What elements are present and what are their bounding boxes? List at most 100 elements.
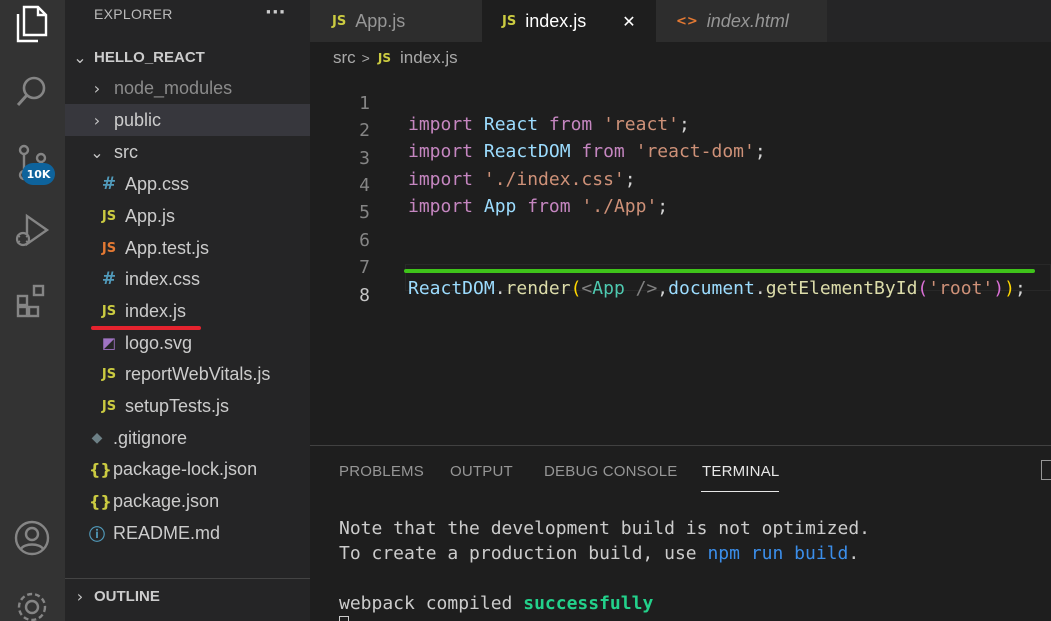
bottom-panel: PROBLEMS OUTPUT DEBUG CONSOLE TERMINAL N… bbox=[310, 445, 1051, 621]
breadcrumb-separator-icon: > bbox=[361, 50, 370, 66]
chevron-right-icon: › bbox=[93, 110, 101, 130]
terminal-success-text: successfully bbox=[523, 593, 654, 614]
code-line-6: 6 bbox=[310, 209, 1051, 251]
tree-item-label: public bbox=[114, 109, 162, 130]
tree-folder-public[interactable]: › public bbox=[65, 104, 310, 136]
outline-label: OUTLINE bbox=[94, 587, 160, 605]
tab-label: App.js bbox=[355, 10, 406, 31]
html-file-icon: <> bbox=[676, 13, 698, 29]
svg-file-icon: ◩ bbox=[101, 334, 117, 352]
terminal-line: To create a production build, use npm ru… bbox=[339, 543, 860, 564]
tree-item-label: App.js bbox=[125, 205, 176, 226]
js-file-icon: JS bbox=[502, 13, 517, 29]
tab-terminal[interactable]: TERMINAL bbox=[702, 463, 779, 480]
explorer-sidebar: EXPLORER ··· ⌄ HELLO_REACT › node_module… bbox=[65, 0, 310, 621]
terminal-cursor bbox=[339, 616, 349, 621]
tree-file-logo-svg[interactable]: ◩ logo.svg bbox=[65, 327, 310, 359]
tree-file-app-css[interactable]: # App.css bbox=[65, 168, 310, 200]
extensions-icon[interactable] bbox=[8, 276, 56, 324]
tree-file-gitignore[interactable]: ◆ .gitignore bbox=[65, 422, 310, 454]
tree-file-app-test-js[interactable]: JS App.test.js bbox=[65, 232, 310, 264]
tree-item-label: index.css bbox=[125, 268, 201, 289]
code-line-2: 2 import ReactDOM from 'react-dom'; bbox=[310, 99, 1051, 162]
tab-app-js[interactable]: JS App.js bbox=[310, 0, 482, 42]
tab-debug-console[interactable]: DEBUG CONSOLE bbox=[544, 463, 677, 480]
code-line-4: 4 import App from './App'; bbox=[310, 154, 1051, 217]
terminal-line: webpack compiled successfully bbox=[339, 593, 654, 614]
active-tab-indicator bbox=[701, 491, 779, 492]
breadcrumb-file[interactable]: index.js bbox=[400, 48, 458, 68]
tree-item-label: package-lock.json bbox=[113, 458, 258, 479]
breadcrumb: src > JS index.js bbox=[333, 46, 458, 70]
tree-item-label: package.json bbox=[113, 490, 220, 511]
tree-item-label: reportWebVitals.js bbox=[125, 363, 271, 384]
explorer-title: EXPLORER bbox=[94, 6, 173, 22]
code-line-7: 7 ReactDOM.render(<App />,document.getEl… bbox=[310, 236, 1051, 299]
css-file-icon: # bbox=[101, 174, 117, 194]
tree-item-label: index.js bbox=[125, 300, 187, 321]
maximize-panel-icon[interactable] bbox=[1041, 460, 1051, 480]
css-file-icon: # bbox=[101, 269, 117, 289]
code-line-1: 1 import React from 'react'; bbox=[310, 72, 1051, 135]
tab-output[interactable]: OUTPUT bbox=[450, 463, 513, 480]
outline-header[interactable]: › OUTLINE bbox=[65, 581, 310, 611]
divider bbox=[65, 578, 310, 579]
tree-file-report-web-vitals[interactable]: JS reportWebVitals.js bbox=[65, 358, 310, 390]
tree-file-package-json[interactable]: {} package.json bbox=[65, 485, 310, 517]
settings-gear-icon[interactable] bbox=[8, 580, 56, 621]
tree-item-label: App.test.js bbox=[125, 237, 210, 258]
info-icon: ⓘ bbox=[89, 525, 106, 544]
js-file-icon: JS bbox=[332, 13, 347, 29]
more-actions-icon[interactable]: ··· bbox=[265, 2, 286, 23]
accounts-icon[interactable] bbox=[8, 514, 56, 562]
tree-item-label: .gitignore bbox=[113, 427, 188, 448]
tree-file-readme[interactable]: ⓘ README.md bbox=[65, 517, 310, 549]
code-line-5: 5 bbox=[310, 181, 1051, 223]
tab-index-js[interactable]: JS index.js ✕ bbox=[482, 0, 656, 42]
code-line-3: 3 import './index.css'; bbox=[310, 127, 1051, 190]
tree-file-app-js[interactable]: JS App.js bbox=[65, 200, 310, 232]
tree-item-label: src bbox=[114, 141, 138, 162]
js-test-file-icon: JS bbox=[101, 240, 117, 256]
json-file-icon: {} bbox=[89, 491, 112, 511]
tree-file-index-css[interactable]: # index.css bbox=[65, 263, 310, 295]
source-control-badge: 10K bbox=[22, 163, 55, 185]
terminal-command: npm run build bbox=[707, 543, 849, 564]
tree-item-label: App.css bbox=[125, 173, 190, 194]
editor-tab-bar: JS App.js JS index.js ✕ <> index.html bbox=[310, 0, 1051, 42]
json-file-icon: {} bbox=[89, 459, 112, 479]
js-file-icon: JS bbox=[101, 303, 117, 319]
chevron-down-icon: ⌄ bbox=[90, 142, 104, 162]
activity-bar: 10K bbox=[0, 0, 65, 621]
tree-file-package-lock[interactable]: {} package-lock.json bbox=[65, 453, 310, 485]
js-file-icon: JS bbox=[101, 208, 117, 224]
run-debug-icon[interactable] bbox=[8, 206, 56, 254]
code-line-8: 8 bbox=[310, 264, 1051, 306]
line-number: 8 bbox=[359, 285, 370, 306]
js-file-icon: JS bbox=[101, 398, 117, 414]
js-file-icon: JS bbox=[377, 51, 391, 65]
chevron-right-icon: › bbox=[76, 586, 84, 606]
tree-folder-node-modules[interactable]: › node_modules bbox=[65, 72, 310, 104]
chevron-right-icon: › bbox=[93, 78, 101, 98]
tree-file-setup-tests[interactable]: JS setupTests.js bbox=[65, 390, 310, 422]
search-icon[interactable] bbox=[8, 68, 56, 116]
chevron-down-icon: ⌄ bbox=[73, 47, 87, 67]
tree-item-label: node_modules bbox=[114, 77, 233, 98]
tab-label: index.html bbox=[706, 10, 789, 31]
breadcrumb-folder[interactable]: src bbox=[333, 48, 356, 68]
tab-label: index.js bbox=[525, 10, 587, 31]
git-icon: ◆ bbox=[91, 430, 103, 446]
tab-index-html[interactable]: <> index.html bbox=[656, 0, 827, 42]
project-name: HELLO_REACT bbox=[94, 48, 205, 66]
terminal-line: Note that the development build is not o… bbox=[339, 518, 871, 539]
tab-problems[interactable]: PROBLEMS bbox=[339, 463, 424, 480]
project-folder-header[interactable]: ⌄ HELLO_REACT bbox=[65, 42, 310, 72]
tree-folder-src[interactable]: ⌄ src bbox=[65, 136, 310, 168]
explorer-icon[interactable] bbox=[8, 0, 56, 48]
tree-file-index-js[interactable]: JS index.js bbox=[65, 295, 310, 327]
js-file-icon: JS bbox=[101, 366, 117, 382]
tree-item-label: README.md bbox=[113, 522, 221, 543]
close-icon[interactable]: ✕ bbox=[622, 12, 635, 31]
tree-item-label: setupTests.js bbox=[125, 395, 230, 416]
